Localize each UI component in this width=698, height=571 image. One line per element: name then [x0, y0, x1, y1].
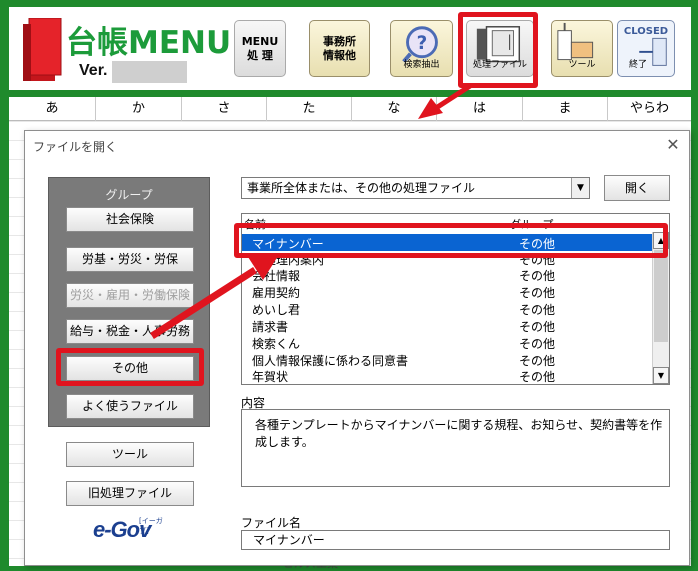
office-info-button[interactable]: 事務所 情報他	[309, 20, 370, 77]
scroll-thumb[interactable]	[654, 250, 668, 342]
header-divider	[0, 90, 698, 97]
kana-tab-sa[interactable]: さ	[182, 97, 267, 121]
content-description: 各種テンプレートからマイナンバーに関する規程、お知らせ、契約書等を作成します。	[241, 409, 670, 487]
filename-field[interactable]: マイナンバー	[241, 530, 670, 550]
kana-index-row: あ か さ た な は ま やらわ	[9, 97, 691, 121]
list-item[interactable]: 年賀状 その他	[242, 367, 652, 384]
kana-tab-ha[interactable]: は	[437, 97, 523, 121]
svg-text:?: ?	[417, 33, 428, 54]
open-button[interactable]: 開く	[604, 175, 670, 201]
process-file-label: 処理ファイル	[472, 60, 527, 70]
menu-process-button[interactable]: MENU 処 理	[234, 20, 286, 77]
list-item-name: 雇用契約	[252, 286, 301, 300]
highlight-mynumber-row	[234, 223, 668, 258]
kana-tab-yarawa[interactable]: やらわ	[608, 97, 691, 121]
book-icon	[23, 18, 62, 81]
app-title: 台帳MENU	[66, 25, 232, 61]
list-item[interactable]: 個人情報保護に係わる同意書 その他	[242, 351, 652, 368]
list-item[interactable]: 雇用契約 その他	[242, 283, 652, 300]
closed-label: CLOSED	[623, 26, 669, 37]
list-item-group: その他	[519, 320, 556, 334]
app-header: 台帳MENU Ver. MENU 処 理 事務所 情報他 ? 検索抽出 処理ファイル…	[9, 7, 691, 90]
list-item-group: その他	[519, 286, 556, 300]
tool-label: ツール	[568, 60, 596, 70]
chevron-down-icon[interactable]: ▼	[571, 178, 589, 198]
list-item[interactable]: 請求書 その他	[242, 317, 652, 334]
version-redacted	[112, 61, 187, 83]
group-button-favorites[interactable]: よく使うファイル	[66, 394, 194, 419]
file-category-select[interactable]: 事業所全体または、その他の処理ファイル ▼	[241, 177, 590, 199]
kana-tab-ma[interactable]: ま	[523, 97, 608, 121]
menu-label-2: 処 理	[247, 48, 273, 62]
dialog-titlebar: ファイルを開く ✕	[25, 131, 689, 159]
exit-label: 終了	[628, 60, 647, 70]
window-frame-bottom	[0, 566, 698, 571]
office-label-1: 事務所	[323, 34, 356, 48]
window-frame-top	[0, 0, 698, 7]
list-item[interactable]: 検索くん その他	[242, 334, 652, 351]
group-panel-label: グループ	[105, 188, 153, 202]
scroll-down-icon[interactable]: ▼	[653, 367, 669, 384]
search-extract-button[interactable]: ? 検索抽出	[390, 20, 453, 77]
search-label: 検索抽出	[403, 60, 440, 70]
list-item-name: 請求書	[252, 320, 289, 334]
menu-label-1: MENU	[241, 34, 279, 48]
egov-logo[interactable]: e-Gov [イーガブ]	[89, 515, 171, 549]
list-item-name: 年賀状	[252, 370, 289, 384]
dialog-tool-button[interactable]: ツール	[66, 442, 194, 467]
list-item-group: その他	[519, 303, 556, 317]
group-button-social-insurance[interactable]: 社会保険	[66, 207, 194, 232]
list-item-name: めいし君	[252, 303, 301, 317]
list-item-group: その他	[519, 269, 556, 283]
list-item[interactable]: めいし君 その他	[242, 300, 652, 317]
dialog-title: ファイルを開く	[33, 140, 118, 154]
kana-tab-ka[interactable]: か	[96, 97, 182, 121]
version-label: Ver.	[79, 62, 108, 79]
window-frame-left	[0, 0, 9, 571]
old-process-file-button[interactable]: 旧処理ファイル	[66, 481, 194, 506]
office-label-2: 情報他	[323, 48, 356, 62]
window-frame-right	[691, 0, 698, 571]
group-button-labor-standards[interactable]: 労基・労災・労保	[66, 247, 194, 272]
group-button-payroll-tax[interactable]: 給与・税金・人事労務	[66, 319, 194, 344]
list-item[interactable]: 会社情報 その他	[242, 266, 652, 283]
group-button-labor-insurance: 労災・雇用・労働保険	[66, 283, 194, 308]
kana-tab-a[interactable]: あ	[9, 97, 96, 121]
egov-logo-subtext: [イーガブ]	[139, 517, 163, 535]
highlight-process-file	[458, 12, 538, 88]
file-category-value: 事業所全体または、その他の処理ファイル	[247, 181, 476, 195]
kana-tab-na[interactable]: な	[352, 97, 437, 121]
filename-label: ファイル名	[241, 516, 302, 530]
close-icon[interactable]: ✕	[663, 135, 683, 155]
group-panel: グループ 社会保険 労基・労災・労保 労災・雇用・労働保険 給与・税金・人事労務…	[48, 177, 210, 427]
list-item-group: その他	[519, 337, 556, 351]
list-item-name: 検索くん	[252, 337, 301, 351]
highlight-other-group	[56, 348, 204, 386]
list-item-name: 会社情報	[252, 269, 301, 283]
kana-tab-ta[interactable]: た	[267, 97, 352, 121]
tool-button[interactable]: ツール	[551, 20, 613, 77]
list-item-group: その他	[519, 370, 556, 384]
exit-button[interactable]: CLOSED 終了	[617, 20, 675, 77]
